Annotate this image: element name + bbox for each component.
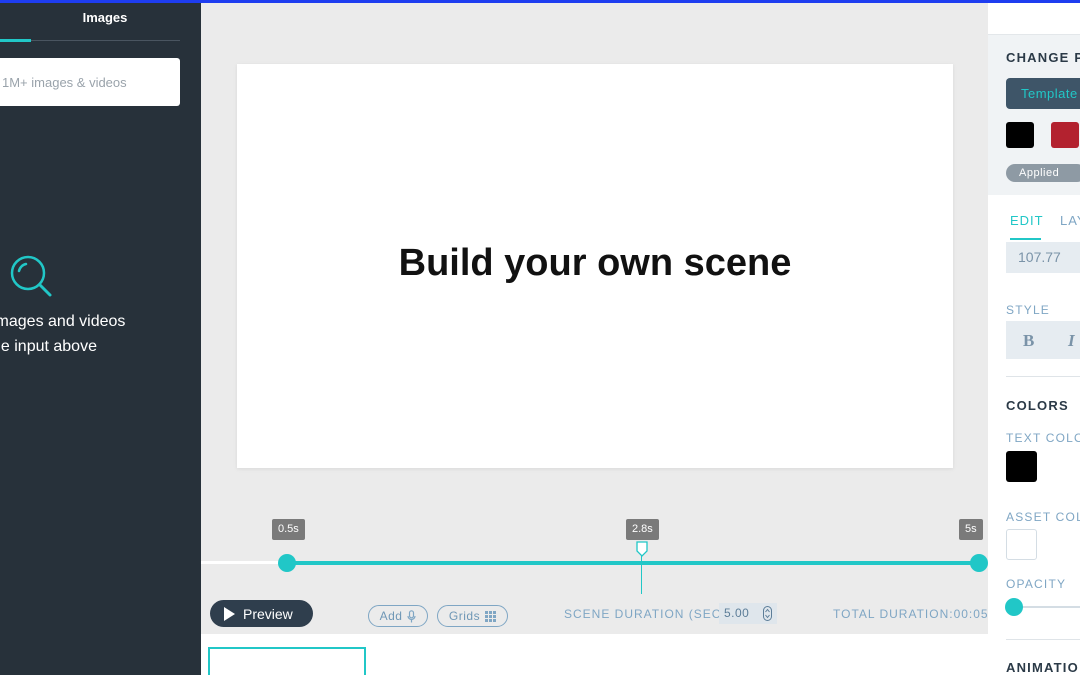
section-divider bbox=[1006, 639, 1080, 640]
section-divider bbox=[1006, 376, 1080, 377]
add-label: Add bbox=[379, 609, 403, 623]
size-input[interactable]: 107.77 bbox=[1006, 242, 1080, 273]
scene-canvas[interactable]: Build your own scene bbox=[237, 64, 953, 468]
play-icon bbox=[224, 606, 235, 621]
stepper-arrows-icon[interactable] bbox=[763, 606, 772, 621]
microphone-icon bbox=[407, 609, 417, 622]
scene-duration-label: SCENE DURATION (SEC) bbox=[564, 607, 727, 621]
timeline-start-label: 0.5s bbox=[272, 519, 305, 540]
applied-badge: Applied bbox=[1006, 164, 1080, 182]
animation-heading: ANIMATIO bbox=[1006, 660, 1079, 675]
total-duration: TOTAL DURATION:00:05 bbox=[833, 607, 989, 621]
tab-edit[interactable]: EDIT bbox=[1010, 213, 1044, 228]
timeline-marker-label: 2.8s bbox=[626, 519, 659, 540]
tab-active-indicator bbox=[0, 39, 31, 42]
preview-button[interactable]: Preview bbox=[210, 600, 313, 627]
preview-label: Preview bbox=[243, 605, 293, 622]
properties-header bbox=[988, 0, 1080, 35]
change-palette-heading: CHANGE P bbox=[1006, 50, 1080, 65]
tab-layout[interactable]: LAY bbox=[1060, 213, 1080, 228]
top-progress-line bbox=[0, 0, 1080, 3]
grids-label: Grids bbox=[448, 609, 481, 623]
media-sidebar: Images images and videos he input above bbox=[0, 0, 201, 675]
style-label: STYLE bbox=[1006, 303, 1051, 317]
tab-images[interactable]: Images bbox=[60, 10, 150, 25]
timeline-end-label: 5s bbox=[959, 519, 983, 540]
palette-swatch-red[interactable] bbox=[1051, 122, 1079, 148]
search-icon bbox=[10, 255, 52, 297]
opacity-label: OPACITY bbox=[1006, 577, 1067, 591]
template-button[interactable]: Template bbox=[1006, 78, 1080, 109]
style-toolbar: B I bbox=[1006, 321, 1080, 359]
opacity-slider-track[interactable] bbox=[1014, 606, 1080, 608]
timeline-start-handle[interactable] bbox=[278, 554, 296, 572]
empty-message-line-1: images and videos bbox=[0, 313, 126, 330]
opacity-slider-handle[interactable] bbox=[1005, 598, 1023, 616]
italic-button[interactable]: I bbox=[1068, 331, 1075, 351]
playhead-marker-icon[interactable] bbox=[636, 541, 648, 557]
palette-swatch-black[interactable] bbox=[1006, 122, 1034, 148]
scene-duration-input[interactable]: 5.00 bbox=[719, 603, 777, 624]
empty-state-message: images and videos he input above bbox=[0, 309, 192, 359]
text-color-swatch[interactable] bbox=[1006, 451, 1037, 482]
colors-heading: COLORS bbox=[1006, 398, 1069, 413]
timeline-track-inactive bbox=[201, 561, 287, 564]
scene-duration-value: 5.00 bbox=[724, 606, 750, 620]
bold-button[interactable]: B bbox=[1023, 331, 1034, 351]
asset-color-label: ASSET COL bbox=[1006, 510, 1080, 524]
timeline-track[interactable] bbox=[287, 561, 979, 565]
grid-icon bbox=[485, 610, 497, 622]
timeline-end-handle[interactable] bbox=[970, 554, 988, 572]
text-color-label: TEXT COLO bbox=[1006, 431, 1080, 445]
grids-button[interactable]: Grids bbox=[437, 605, 508, 627]
media-search-input[interactable] bbox=[0, 58, 180, 106]
empty-message-line-2: he input above bbox=[0, 338, 97, 355]
asset-color-swatch[interactable] bbox=[1006, 529, 1037, 560]
scene-title-text[interactable]: Build your own scene bbox=[237, 242, 953, 285]
add-audio-button[interactable]: Add bbox=[368, 605, 428, 627]
tab-edit-indicator bbox=[1010, 238, 1041, 240]
properties-panel: CHANGE P Template Applied EDIT LAY 107.7… bbox=[988, 0, 1080, 675]
scene-thumbnail[interactable] bbox=[208, 647, 366, 675]
